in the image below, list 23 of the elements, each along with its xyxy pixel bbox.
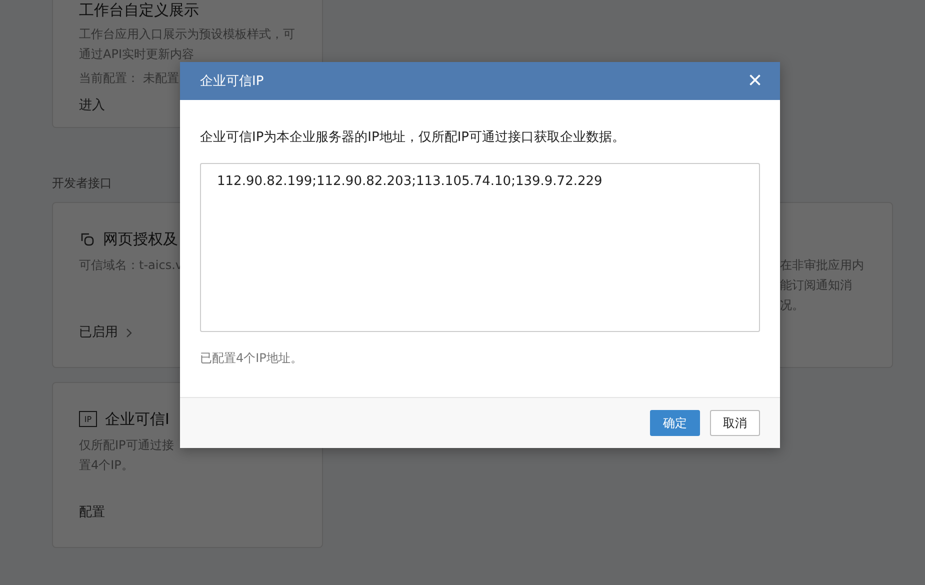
card-description: 置4个IP。 <box>79 457 134 474</box>
ip-list-field[interactable]: 112.90.82.199;112.90.82.203;113.105.74.10;139.9.72.229 <box>200 163 760 332</box>
card-description: 能订阅通知消 <box>780 277 852 294</box>
ip-count-note: 已配置4个IP地址。 <box>200 350 304 367</box>
copy-icon <box>79 231 95 247</box>
card-title: 企业可信I <box>105 409 170 429</box>
card-link[interactable]: 配置 <box>79 503 296 523</box>
section-title: 开发者接口 <box>52 176 112 190</box>
card-description: 仅所配IP可通过接 <box>79 437 174 454</box>
dialog-title: 企业可信IP <box>200 73 264 90</box>
enter-link[interactable]: 进入 <box>79 96 105 116</box>
confirm-button[interactable]: 确定 <box>650 410 700 436</box>
chevron-right-icon <box>126 328 132 338</box>
cancel-button[interactable]: 取消 <box>710 410 760 436</box>
config-status: 当前配置： 未配置 <box>79 70 179 87</box>
card-description: 况。 <box>780 297 804 314</box>
card-title: 工作台自定义展示 <box>79 0 200 20</box>
ip-icon: IP <box>79 411 97 427</box>
card-description: 在非审批应用内 <box>780 257 864 274</box>
close-button[interactable]: × <box>748 71 762 91</box>
dialog-description: 企业可信IP为本企业服务器的IP地址，仅所配IP可通过接口获取企业数据。 <box>200 129 626 146</box>
card-title: 网页授权及 <box>103 229 178 249</box>
card-description: 工作台应用入口展示为预设模板样式，可通过API实时更新内容 <box>79 26 296 63</box>
